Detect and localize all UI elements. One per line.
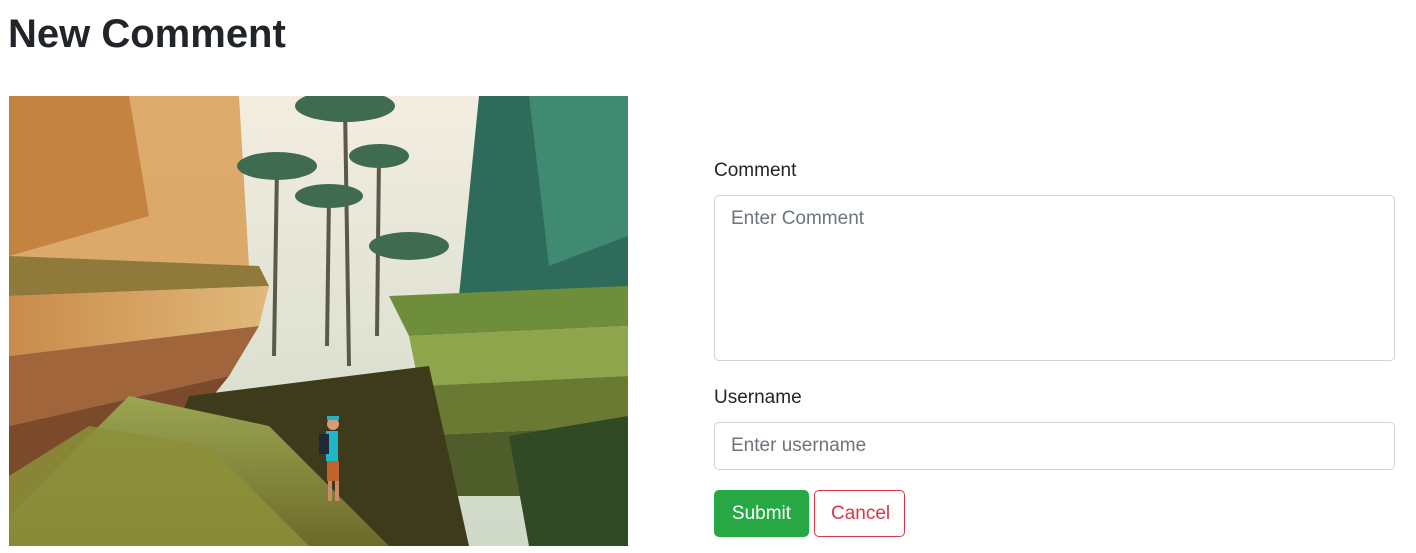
username-label: Username (714, 387, 802, 408)
submit-button[interactable]: Submit (714, 490, 809, 537)
comment-label: Comment (714, 160, 797, 181)
rice-terrace-photo (9, 96, 628, 546)
username-input[interactable] (714, 422, 1395, 470)
cancel-button[interactable]: Cancel (814, 490, 905, 537)
page-title: New Comment (8, 12, 286, 56)
comment-textarea[interactable] (714, 195, 1395, 361)
